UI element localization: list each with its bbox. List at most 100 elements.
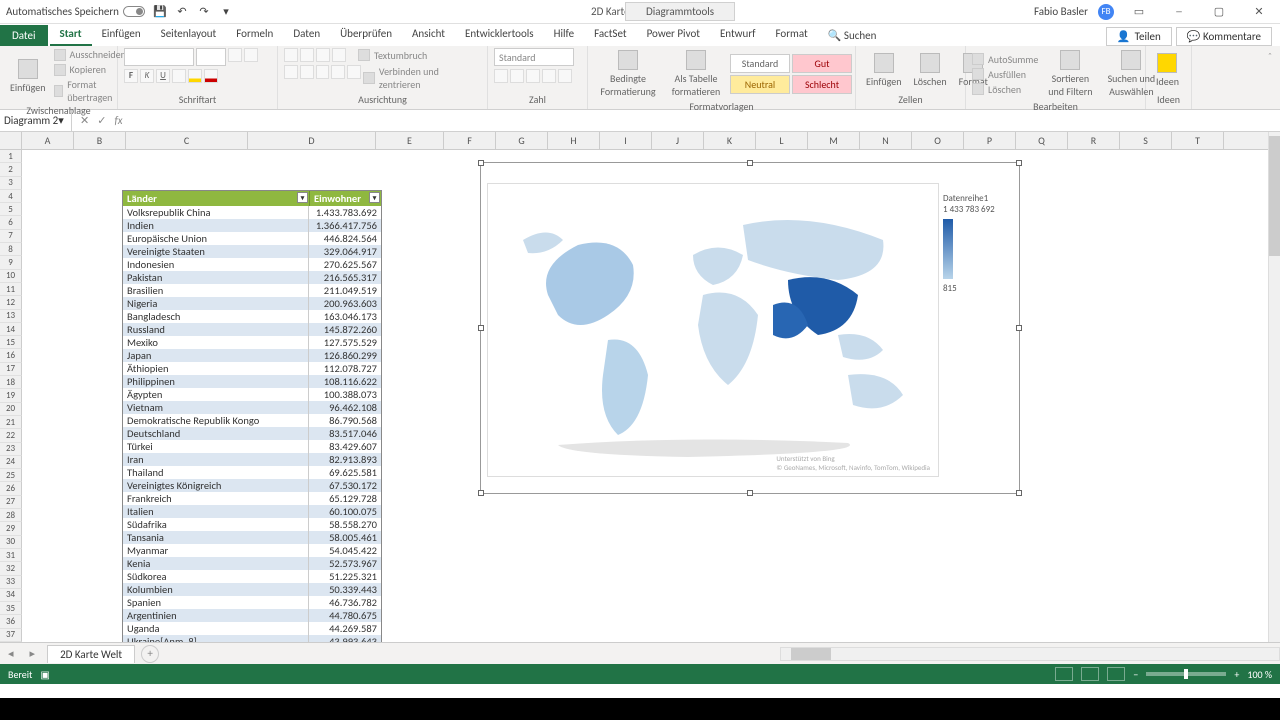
row-header[interactable]: 33 — [0, 576, 22, 589]
column-header[interactable]: B — [74, 132, 126, 149]
cell-country[interactable]: Volksrepublik China — [123, 206, 309, 219]
chart-legend[interactable]: Datenreihe1 1 433 783 692 815 — [943, 193, 1013, 294]
search[interactable]: 🔍 Suchen — [818, 25, 887, 46]
cell-country[interactable]: Mexiko — [123, 336, 309, 349]
row-header[interactable]: 15 — [0, 336, 22, 349]
user-avatar[interactable]: FB — [1098, 4, 1114, 20]
table-row[interactable]: Spanien46.736.782 — [123, 596, 381, 609]
sheet-nav-prev-icon[interactable]: ◂ — [0, 647, 22, 660]
table-row[interactable]: Europäische Union446.824.564 — [123, 232, 381, 245]
row-header[interactable]: 34 — [0, 589, 22, 602]
cell-population[interactable]: 50.339.443 — [309, 583, 381, 596]
row-header[interactable]: 25 — [0, 469, 22, 482]
row-headers[interactable]: 1234567891011121314151617181920212223242… — [0, 150, 22, 642]
cell-population[interactable]: 54.045.422 — [309, 544, 381, 557]
decrease-font-icon[interactable] — [244, 48, 258, 62]
table-row[interactable]: Frankreich65.129.728 — [123, 492, 381, 505]
orientation-icon[interactable] — [332, 48, 346, 62]
wrap-text-button[interactable]: Textumbruch — [358, 48, 427, 62]
cell-country[interactable]: Deutschland — [123, 427, 309, 440]
cell-population[interactable]: 270.625.567 — [309, 258, 381, 271]
table-row[interactable]: Argentinien44.780.675 — [123, 609, 381, 622]
row-header[interactable]: 30 — [0, 536, 22, 549]
table-row[interactable]: Iran82.913.893 — [123, 453, 381, 466]
cell-population[interactable]: 58.005.461 — [309, 531, 381, 544]
row-header[interactable]: 7 — [0, 230, 22, 243]
cell-country[interactable]: Ukraine[Anm. 8] — [123, 635, 309, 642]
row-header[interactable]: 11 — [0, 283, 22, 296]
table-row[interactable]: Vereinigte Staaten329.064.917 — [123, 245, 381, 258]
cell-country[interactable]: Iran — [123, 453, 309, 466]
cell-population[interactable]: 127.575.529 — [309, 336, 381, 349]
table-row[interactable]: Demokratische Republik Kongo86.790.568 — [123, 414, 381, 427]
row-header[interactable]: 14 — [0, 323, 22, 336]
cell-population[interactable]: 329.064.917 — [309, 245, 381, 258]
cell-population[interactable]: 216.565.317 — [309, 271, 381, 284]
fill-color-button[interactable] — [188, 69, 202, 83]
horizontal-scrollbar[interactable] — [780, 647, 1280, 661]
column-header[interactable]: K — [704, 132, 756, 149]
map-chart[interactable]: Unterstützt von Bing © GeoNames, Microso… — [480, 162, 1020, 494]
row-header[interactable]: 16 — [0, 349, 22, 362]
tab-entwicklertools[interactable]: Entwicklertools — [455, 23, 544, 46]
table-row[interactable]: Uganda44.269.587 — [123, 622, 381, 635]
column-header[interactable]: F — [444, 132, 496, 149]
cell-population[interactable]: 100.388.073 — [309, 388, 381, 401]
cell-country[interactable]: Südafrika — [123, 518, 309, 531]
cell-population[interactable]: 65.129.728 — [309, 492, 381, 505]
view-normal-icon[interactable] — [1055, 667, 1073, 681]
filter-icon[interactable]: ▾ — [369, 192, 380, 203]
tab-format[interactable]: Format — [766, 23, 818, 46]
table-row[interactable]: Nigeria200.963.603 — [123, 297, 381, 310]
column-header[interactable]: N — [860, 132, 912, 149]
merge-button[interactable]: Verbinden und zentrieren — [363, 65, 481, 91]
column-header[interactable]: I — [600, 132, 652, 149]
align-center-icon[interactable] — [300, 65, 314, 79]
enter-formula-icon[interactable]: ✓ — [97, 114, 106, 127]
row-header[interactable]: 5 — [0, 203, 22, 216]
row-header[interactable]: 37 — [0, 629, 22, 642]
align-top-icon[interactable] — [284, 48, 298, 62]
ideas-button[interactable]: Ideen — [1152, 51, 1183, 90]
cell-population[interactable]: 44.269.587 — [309, 622, 381, 635]
number-format-combo[interactable]: Standard — [494, 48, 574, 66]
align-right-icon[interactable] — [316, 65, 330, 79]
select-all-corner[interactable] — [0, 132, 22, 149]
tab-überprüfen[interactable]: Überprüfen — [330, 23, 402, 46]
cell-population[interactable]: 1.433.783.692 — [309, 206, 381, 219]
column-header[interactable]: R — [1068, 132, 1120, 149]
cell-population[interactable]: 44.780.675 — [309, 609, 381, 622]
cell-country[interactable]: Philippinen — [123, 375, 309, 388]
table-row[interactable]: Bangladesch163.046.173 — [123, 310, 381, 323]
cell-population[interactable]: 211.049.519 — [309, 284, 381, 297]
table-row[interactable]: Brasilien211.049.519 — [123, 284, 381, 297]
cell-population[interactable]: 46.736.782 — [309, 596, 381, 609]
table-row[interactable]: Deutschland83.517.046 — [123, 427, 381, 440]
cell-population[interactable]: 108.116.622 — [309, 375, 381, 388]
cell-population[interactable]: 60.100.075 — [309, 505, 381, 518]
cell-population[interactable]: 58.558.270 — [309, 518, 381, 531]
cell-country[interactable]: Spanien — [123, 596, 309, 609]
ribbon-display-icon[interactable]: ▭ — [1124, 2, 1154, 22]
tab-start[interactable]: Start — [50, 23, 92, 46]
collapse-ribbon-icon[interactable]: ˆ — [1260, 46, 1280, 109]
cell-country[interactable]: Frankreich — [123, 492, 309, 505]
row-header[interactable]: 8 — [0, 243, 22, 256]
border-button[interactable] — [172, 69, 186, 83]
font-color-button[interactable] — [204, 69, 218, 83]
table-row[interactable]: Italien60.100.075 — [123, 505, 381, 518]
decrease-decimal-icon[interactable] — [558, 69, 572, 83]
row-header[interactable]: 20 — [0, 403, 22, 416]
table-row[interactable]: Philippinen108.116.622 — [123, 375, 381, 388]
row-header[interactable]: 6 — [0, 216, 22, 229]
cell-country[interactable]: Thailand — [123, 466, 309, 479]
italic-button[interactable]: K — [140, 69, 154, 83]
thousands-icon[interactable] — [526, 69, 540, 83]
table-row[interactable]: Vereinigtes Königreich67.530.172 — [123, 479, 381, 492]
cell-country[interactable]: Japan — [123, 349, 309, 362]
table-row[interactable]: Pakistan216.565.317 — [123, 271, 381, 284]
column-header[interactable]: H — [548, 132, 600, 149]
table-row[interactable]: Kolumbien50.339.443 — [123, 583, 381, 596]
copy-button[interactable]: Kopieren — [54, 63, 126, 76]
row-header[interactable]: 10 — [0, 270, 22, 283]
